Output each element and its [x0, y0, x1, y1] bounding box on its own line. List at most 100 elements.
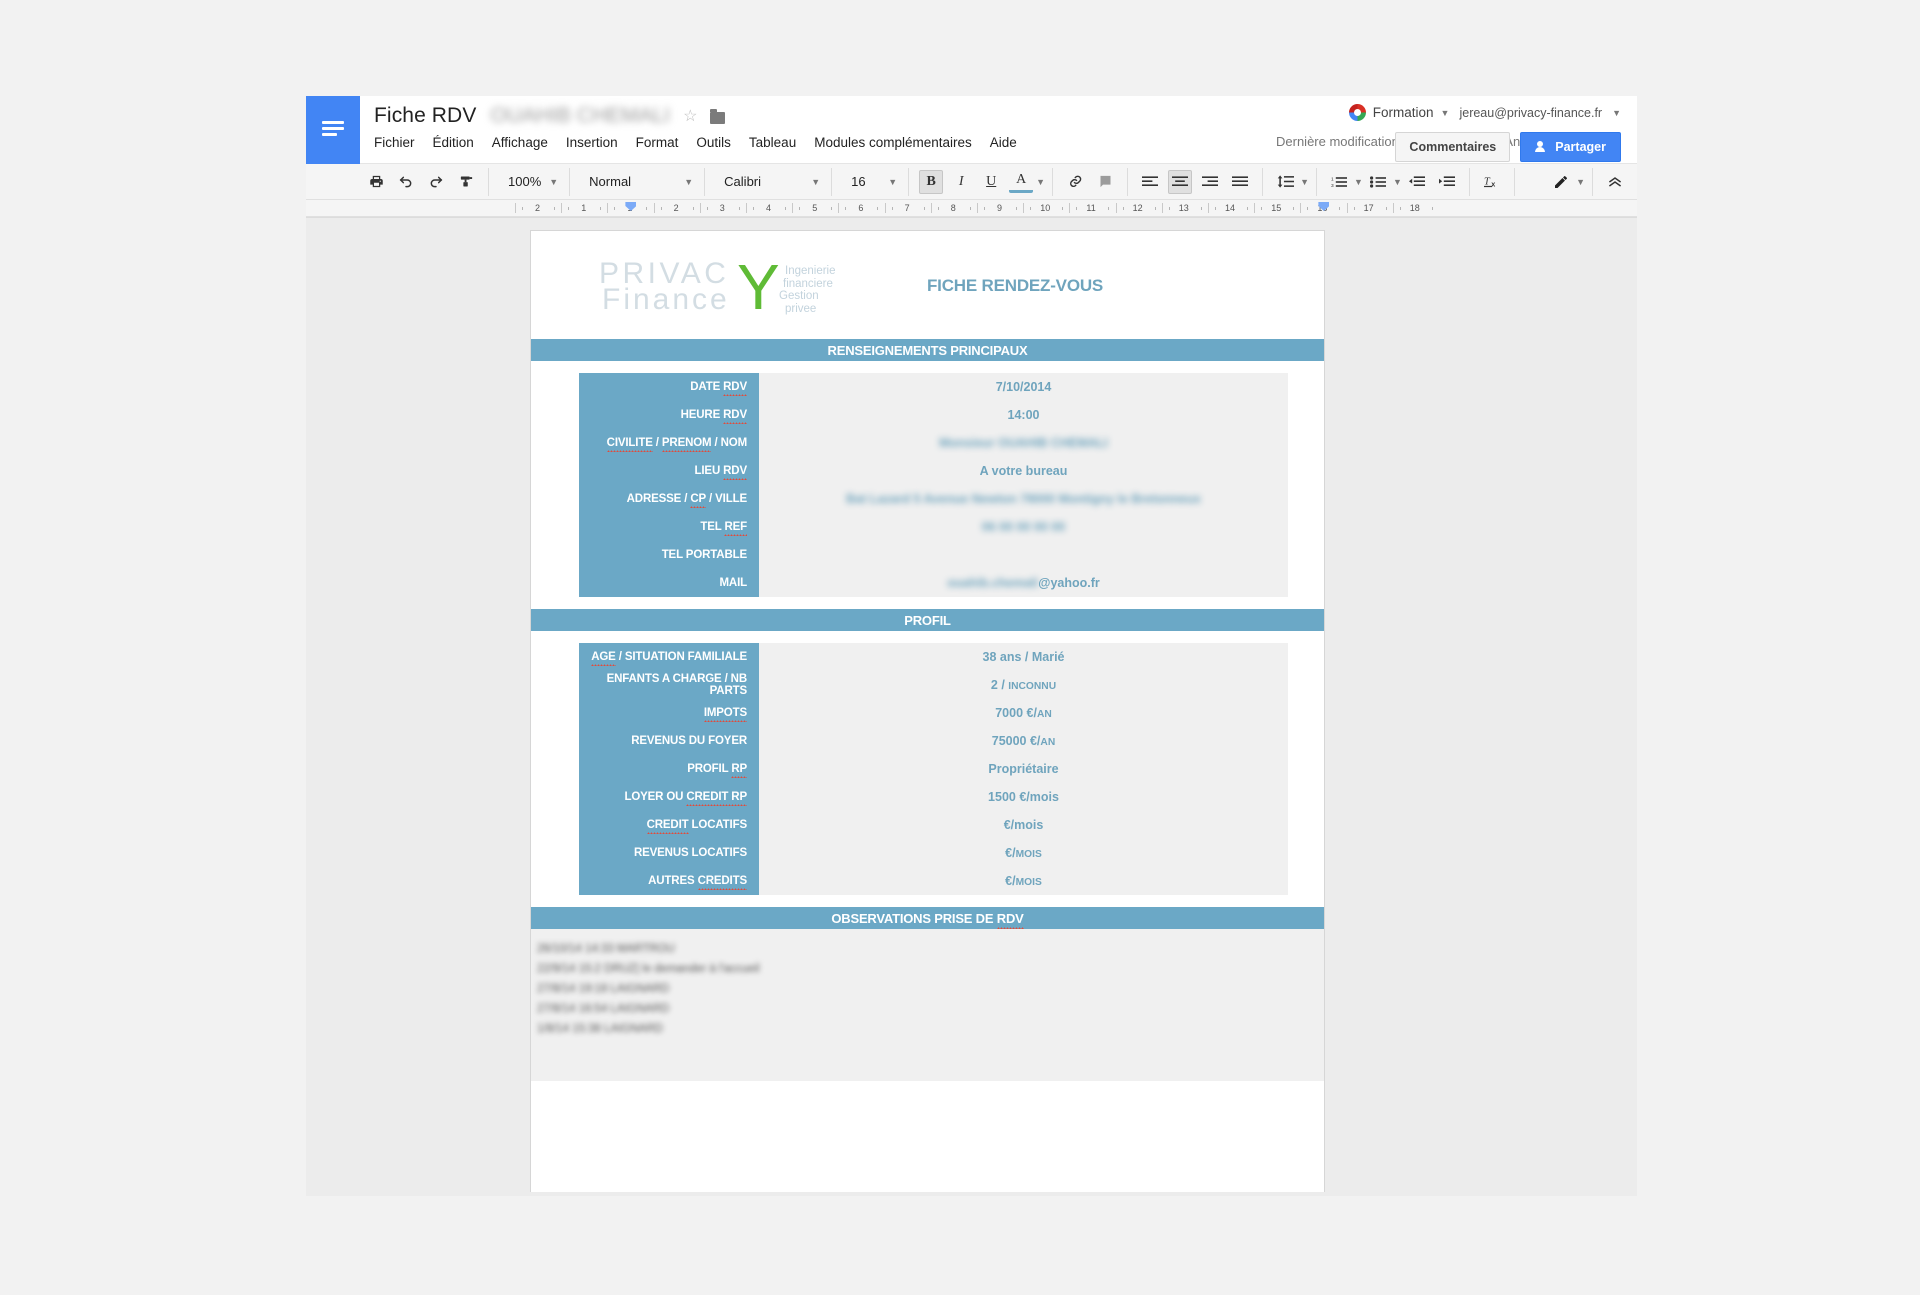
decrease-indent-icon[interactable] [1405, 170, 1429, 194]
share-button[interactable]: Partager [1520, 132, 1621, 162]
table-row[interactable]: REVENUS DU FOYER 75000 €/AN [579, 727, 1288, 755]
row-value[interactable]: 06 00 00 00 00 [759, 513, 1288, 541]
menu-item-insertion[interactable]: Insertion [566, 132, 627, 153]
menu-item-format[interactable]: Format [636, 132, 688, 153]
docs-logo-icon[interactable] [306, 96, 360, 164]
paint-format-icon[interactable] [454, 170, 478, 194]
row-value[interactable]: 14:00 [759, 401, 1288, 429]
table-row[interactable]: CIVILITE / PRENOM / NOM Monsieur OUAHIB C… [579, 429, 1288, 457]
table-row[interactable]: PROFIL RP Propriétaire [579, 755, 1288, 783]
numbered-list-icon[interactable]: 13 [1327, 170, 1351, 194]
table-row[interactable]: CREDIT LOCATIFS €/mois [579, 811, 1288, 839]
table-row[interactable]: LIEU RDV A votre bureau [579, 457, 1288, 485]
row-value[interactable]: 75000 €/AN [759, 727, 1288, 755]
table-row[interactable]: REVENUS LOCATIFS €/MOIS [579, 839, 1288, 867]
row-value[interactable]: A votre bureau [759, 457, 1288, 485]
ruler-tick-label: 10 [1040, 203, 1051, 213]
table-row[interactable]: TEL PORTABLE [579, 541, 1288, 569]
row-value[interactable]: Propriétaire [759, 755, 1288, 783]
chevron-down-icon[interactable]: ▼ [1354, 177, 1363, 187]
row-value[interactable]: Monsieur OUAHIB CHEMALI [759, 429, 1288, 457]
menu-item-modules[interactable]: Modules complémentaires [814, 132, 981, 153]
menu-item-outils[interactable]: Outils [696, 132, 740, 153]
increase-indent-icon[interactable] [1435, 170, 1459, 194]
table-row[interactable]: HEURE RDV 14:00 [579, 401, 1288, 429]
ruler-tick [1385, 207, 1387, 210]
menu-item-aide[interactable]: Aide [990, 132, 1026, 153]
chevron-down-icon[interactable]: ▼ [1300, 177, 1309, 187]
align-right-icon[interactable] [1198, 170, 1222, 194]
profile-switcher[interactable]: Formation ▼ [1348, 104, 1449, 121]
menu-item-edition[interactable]: Édition [433, 132, 483, 153]
row-value[interactable]: €/MOIS [759, 867, 1288, 895]
ruler-major-tick [838, 203, 840, 213]
row-value[interactable]: €/mois [759, 811, 1288, 839]
chevron-down-icon[interactable]: ▼ [1612, 108, 1621, 118]
toolbar-group-spacing: ▼ [1263, 167, 1318, 196]
menu-item-fichier[interactable]: Fichier [374, 132, 424, 153]
chevron-down-icon[interactable]: ▼ [1036, 177, 1045, 187]
align-center-icon[interactable] [1168, 169, 1193, 194]
page-title[interactable]: Fiche RDV [374, 104, 476, 128]
table-row[interactable]: LOYER OU CREDIT RP 1500 €/mois [579, 783, 1288, 811]
pencil-icon[interactable] [1549, 170, 1573, 194]
paragraph-style-selector[interactable]: Normal ▼ [577, 170, 697, 194]
chevron-down-icon[interactable]: ▼ [1576, 177, 1585, 187]
ruler-tick [1247, 207, 1248, 210]
table-row[interactable]: AUTRES CREDITS €/MOIS [579, 867, 1288, 895]
ruler-tick-label: 11 [1086, 203, 1096, 213]
table-row[interactable]: DATE RDV 7/10/2014 [579, 373, 1288, 401]
chevron-up-icon[interactable] [1603, 170, 1627, 194]
align-left-icon[interactable] [1138, 170, 1162, 194]
row-value[interactable]: €/MOIS [759, 839, 1288, 867]
logo-tagline: Ingenierie financiere Gestion privee [777, 265, 836, 315]
observation-line: 27/8/14 19:18 LAIGNARD [537, 983, 670, 995]
undo-icon[interactable] [394, 170, 418, 194]
chevron-down-icon[interactable]: ▼ [1393, 177, 1402, 187]
font-family-selector[interactable]: Calibri ▼ [712, 170, 824, 194]
zoom-selector[interactable]: 100% ▼ [496, 170, 562, 194]
ruler[interactable]: 21123456789101112131415161718 [306, 200, 1637, 217]
link-icon[interactable] [1063, 170, 1087, 194]
star-icon[interactable]: ☆ [683, 106, 697, 126]
menu-item-tableau[interactable]: Tableau [749, 132, 805, 153]
table-row[interactable]: ENFANTS A CHARGE / NB PARTS 2 / INCONNU [579, 671, 1288, 699]
align-justify-icon[interactable] [1228, 170, 1252, 194]
row-value[interactable]: 38 ans / Marié [759, 643, 1288, 671]
table-row[interactable]: TEL REF 06 00 00 00 00 [579, 513, 1288, 541]
folder-icon[interactable] [710, 108, 726, 124]
row-value[interactable]: 7/10/2014 [759, 373, 1288, 401]
redo-icon[interactable] [424, 170, 448, 194]
italic-button[interactable]: I [949, 170, 973, 194]
table-row[interactable]: MAIL ouahib.chemali@yahoo.fr [579, 569, 1288, 597]
ruler-major-tick [1346, 203, 1348, 213]
comments-button[interactable]: Commentaires [1395, 132, 1511, 162]
table-row[interactable]: AGE / SITUATION FAMILIALE 38 ans / Marié [579, 643, 1288, 671]
menu-item-affichage[interactable]: Affichage [492, 132, 557, 153]
line-spacing-icon[interactable] [1273, 170, 1297, 194]
underline-button[interactable]: U [979, 170, 1003, 194]
add-comment-icon[interactable] [1093, 170, 1117, 194]
clear-formatting-icon[interactable]: Tx [1480, 170, 1504, 194]
row-value[interactable]: Bat Lazard 5 Avenue Newton 78000 Montign… [759, 485, 1288, 513]
ruler-major-tick [515, 203, 516, 213]
table-row[interactable]: IMPOTS 7000 €/AN [579, 699, 1288, 727]
ruler-tick [831, 207, 833, 210]
table-row[interactable]: ADRESSE / CP / VILLE Bat Lazard 5 Avenue … [579, 485, 1288, 513]
row-value[interactable]: 1500 €/mois [759, 783, 1288, 811]
text-color-button[interactable]: A [1009, 171, 1034, 193]
row-value[interactable]: 7000 €/AN [759, 699, 1288, 727]
ruler-major-tick [653, 203, 655, 213]
bulleted-list-icon[interactable] [1366, 170, 1390, 194]
document-page[interactable]: PRIVAC Finance Y Ingenierie financiere G… [530, 230, 1325, 1192]
observations-body[interactable]: 26/10/14 14:33 MARTROU 22/9/14 15:2 DRUZ|… [531, 929, 1324, 1081]
ruler-major-tick [1115, 203, 1117, 213]
font-size-selector[interactable]: 16 ▼ [839, 170, 901, 194]
bold-button[interactable]: B [919, 169, 944, 194]
row-value[interactable]: ouahib.chemali@yahoo.fr [759, 569, 1288, 597]
row-value[interactable]: 2 / INCONNU [759, 671, 1288, 699]
row-value[interactable] [759, 541, 1288, 569]
user-email[interactable]: jereau@privacy-finance.fr [1459, 106, 1602, 120]
print-icon[interactable] [364, 170, 388, 194]
